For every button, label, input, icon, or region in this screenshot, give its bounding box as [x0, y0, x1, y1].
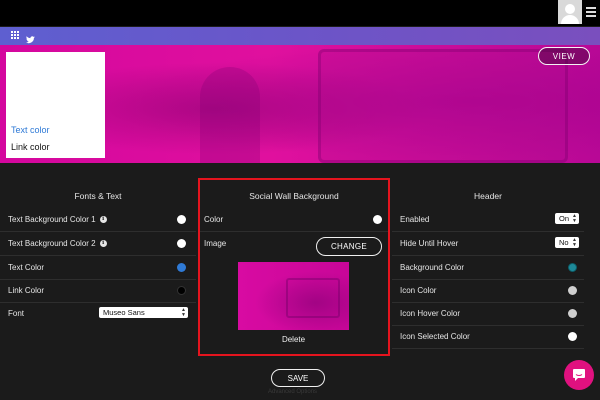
- text-color-swatch[interactable]: [177, 263, 186, 272]
- text-bg-color-1-swatch[interactable]: [177, 215, 186, 224]
- social-wall-image-row: Image: [204, 232, 284, 254]
- select-arrows-icon: ▲ ▼: [572, 213, 577, 224]
- link-color-label: Link Color: [8, 285, 45, 295]
- icon-selected-color-row: Icon Selected Color: [400, 325, 520, 347]
- link-color-swatch[interactable]: [177, 286, 186, 295]
- preview-link-color-sample: Link color: [11, 142, 50, 152]
- user-avatar[interactable]: [558, 0, 582, 24]
- advanced-options-link[interactable]: Advanced Options: [268, 389, 317, 395]
- divider: [392, 348, 584, 349]
- text-bg-color-1-row: Text Background Color 1 i: [8, 208, 188, 230]
- background-photo-person: [200, 67, 260, 163]
- text-bg-color-2-swatch[interactable]: [177, 239, 186, 248]
- social-wall-color-row: Color: [204, 208, 284, 230]
- hide-until-hover-row: Hide Until Hover: [400, 232, 520, 254]
- info-icon[interactable]: i: [99, 239, 107, 247]
- enabled-row: Enabled: [400, 208, 500, 230]
- enabled-select[interactable]: On ▲ ▼: [555, 213, 579, 224]
- hide-until-hover-label: Hide Until Hover: [400, 238, 459, 248]
- text-bg-color-2-label: Text Background Color 2: [8, 238, 96, 248]
- top-bar: [0, 0, 600, 26]
- wall-preview: Text color Link color VIEW: [0, 27, 600, 163]
- icon-hover-color-label: Icon Hover Color: [400, 308, 461, 318]
- icon-color-swatch[interactable]: [568, 286, 577, 295]
- grid-icon[interactable]: [11, 31, 21, 41]
- select-arrows-icon: ▲ ▼: [572, 237, 577, 248]
- chat-bubble-icon: [573, 369, 585, 381]
- font-row: Font: [8, 302, 68, 324]
- hide-until-hover-select[interactable]: No ▲ ▼: [555, 237, 579, 248]
- hide-until-hover-select-value: No: [559, 238, 569, 247]
- icon-hover-color-swatch[interactable]: [568, 309, 577, 318]
- preview-text-color-sample: Text color: [11, 125, 50, 135]
- change-image-button[interactable]: CHANGE: [316, 237, 382, 256]
- background-color-label: Background Color: [400, 262, 465, 272]
- icon-color-row: Icon Color: [400, 279, 520, 301]
- icon-hover-color-row: Icon Hover Color: [400, 302, 520, 324]
- icon-selected-color-label: Icon Selected Color: [400, 331, 470, 341]
- icon-color-label: Icon Color: [400, 285, 437, 295]
- link-color-row: Link Color: [8, 279, 188, 301]
- enabled-label: Enabled: [400, 214, 430, 224]
- text-color-label: Text Color: [8, 262, 45, 272]
- save-button[interactable]: SAVE: [271, 369, 325, 387]
- background-image-thumbnail: [238, 262, 349, 330]
- fonts-text-title: Fonts & Text: [74, 191, 122, 201]
- social-wall-image-label: Image: [204, 238, 227, 248]
- font-label: Font: [8, 308, 25, 318]
- preview-header-strip: [0, 27, 600, 45]
- hamburger-menu-icon[interactable]: [586, 7, 596, 17]
- info-icon[interactable]: i: [99, 215, 107, 223]
- twitter-bird-icon[interactable]: [26, 31, 36, 44]
- header-title: Header: [474, 191, 502, 201]
- font-select-value: Museo Sans: [103, 308, 145, 317]
- social-wall-color-label: Color: [204, 214, 224, 224]
- enabled-select-value: On: [559, 214, 570, 223]
- social-wall-color-swatch[interactable]: [373, 215, 382, 224]
- text-bg-color-1-label: Text Background Color 1: [8, 214, 96, 224]
- background-photo-screen: [318, 49, 568, 163]
- social-wall-title: Social Wall Background: [249, 191, 339, 201]
- font-select[interactable]: Museo Sans ▲ ▼: [99, 307, 188, 318]
- preview-text-card: Text color Link color: [6, 52, 105, 158]
- background-color-swatch[interactable]: [568, 263, 577, 272]
- background-color-row: Background Color: [400, 256, 520, 278]
- text-bg-color-2-row: Text Background Color 2 i: [8, 232, 188, 254]
- icon-selected-color-swatch[interactable]: [568, 332, 577, 341]
- view-button[interactable]: VIEW: [538, 47, 590, 65]
- chat-button[interactable]: [564, 360, 594, 390]
- text-color-row: Text Color: [8, 256, 188, 278]
- select-arrows-icon: ▲ ▼: [181, 307, 186, 318]
- delete-image-link[interactable]: Delete: [238, 335, 349, 344]
